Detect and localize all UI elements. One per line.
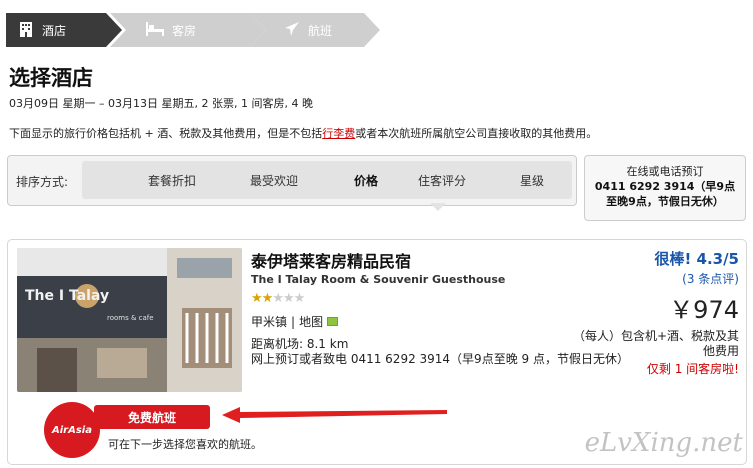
star-empty-icon: ★ [272,291,284,306]
bed-icon [146,21,164,39]
hotel-name-cn[interactable]: 泰伊塔莱客房精品民宿 [251,248,411,272]
baggage-fee-link[interactable]: 行李费 [322,127,355,140]
hotel-star-rating: ★★★★★ [251,291,306,306]
map-link[interactable]: 地图 [299,313,323,330]
sort-option-stars[interactable]: 星级 [520,172,544,189]
notice-text-after: 或者本次航班所属航空公司直接收取的其他费用。 [355,127,598,140]
step-hotel-label: 酒店 [42,23,67,38]
choose-flight-hint: 可在下一步选择您喜欢的航班。 [108,438,262,451]
phone-booking-box: 在线或电话预订 0411 6292 3914（早9点 至晚9点，节假日无休） [584,155,746,221]
star-icon: ★ [251,291,263,306]
booking-steps: 酒店 客房 航班 [6,13,386,47]
step-hotel[interactable]: 酒店 [6,13,122,47]
map-icon[interactable] [327,317,339,326]
review-count-link[interactable]: (3 条点评) [682,270,739,287]
airasia-logo: AirAsia [44,402,100,458]
price-notice: 下面显示的旅行价格包括机 + 酒、税款及其他费用，但是不包括行李费或者本次航班所… [9,125,597,141]
hotel-photo[interactable]: The I Talay rooms & cafe [17,248,242,392]
notice-text-before: 下面显示的旅行价格包括机 + 酒、税款及其他费用，但是不包括 [9,127,323,140]
hotel-price[interactable]: ￥974 [669,290,739,325]
star-icon: ★ [261,291,274,306]
active-sort-caret [430,203,446,211]
sort-label: 排序方式: [16,175,69,189]
photo-sign-subtext: rooms & cafe [107,314,154,322]
plane-icon [284,21,300,40]
star-empty-icon: ★ [293,291,306,306]
location-separator: | [291,314,296,329]
phone-box-line2: 0411 6292 3914（早9点 [594,180,736,193]
hotel-location: 甲米镇 | 地图 [251,313,339,330]
hotel-icon [18,21,34,40]
free-flight-button[interactable]: 免费航班 [94,405,210,429]
sort-bar: 排序方式: 套餐折扣 最受欢迎 价格 住客评分 星级 [7,155,577,211]
star-empty-icon: ★ [282,291,295,306]
annotation-arrow [222,407,447,423]
rooms-left-alert: 仅剩 1 间客房啦! [646,362,739,376]
photo-sign-text: The I Talay [25,288,109,304]
sort-option-package-discount[interactable]: 套餐折扣 [148,172,196,189]
step-room-label: 客房 [172,23,197,38]
page-title: 选择酒店 [9,66,93,90]
step-flight[interactable]: 航班 [250,13,380,47]
guest-rating: 很棒! 4.3/5 [654,250,739,268]
location-text: 甲米镇 [251,315,288,329]
price-note: （每人）包含机+酒、税款及其他费用 [572,329,739,358]
step-flight-label: 航班 [308,23,333,38]
sort-option-popular[interactable]: 最受欢迎 [250,172,298,189]
phone-box-line3: 至晚9点，节假日无休） [606,195,724,208]
sort-option-guest-rating[interactable]: 住客评分 [418,172,466,189]
watermark: eLvXing.net [584,428,743,458]
trip-summary: 03月09日 星期一 – 03月13日 星期五, 2 张票, 1 间客房, 4 … [9,97,313,110]
step-room[interactable]: 客房 [110,13,266,47]
hotel-name-en: The I Talay Room & Souvenir Guesthouse [251,273,506,286]
phone-box-line1: 在线或电话预订 [626,165,704,178]
sort-options: 套餐折扣 最受欢迎 价格 住客评分 星级 [82,161,572,211]
sort-option-price[interactable]: 价格 [354,172,378,189]
